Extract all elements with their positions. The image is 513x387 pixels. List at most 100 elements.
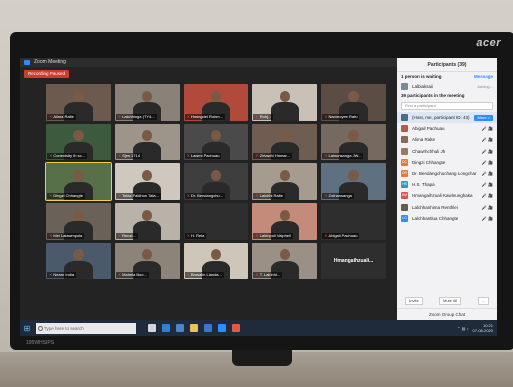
muted-mic-icon: ✕ bbox=[49, 272, 53, 278]
video-tile[interactable]: ✕Tekla Faldhon Tata... bbox=[114, 163, 180, 200]
avatar: DC bbox=[401, 158, 408, 166]
participant-row[interactable]: DR Dr. Bendangchuchang Longchar 🎤 🎥 bbox=[397, 168, 497, 179]
folder-icon[interactable] bbox=[190, 324, 198, 332]
participant-row[interactable]: HM Hmangaihzuali Kawlnunghaka 🎤 🎥 bbox=[397, 190, 497, 201]
muted-mic-video-icon[interactable]: 🎤 🎥 bbox=[482, 216, 493, 221]
more-options-button[interactable]: ... bbox=[477, 297, 489, 305]
tile-name-text: Mel Lalawmpuia bbox=[53, 232, 83, 238]
participant-silhouette bbox=[142, 249, 153, 261]
video-tile[interactable]: ✕Hmingdel Rohm... bbox=[183, 84, 249, 121]
taskbar-search-input[interactable]: Type here to search bbox=[36, 322, 136, 334]
tile-name-label: ✕Conextsity Ib sc... bbox=[47, 153, 87, 160]
tile-name-label: ✕Dr. Bendangchu... bbox=[184, 193, 225, 199]
store-icon[interactable] bbox=[176, 324, 184, 332]
tile-name-label: ✕Zothansanga bbox=[322, 193, 354, 199]
video-tile[interactable]: ✕Lalchhi Ralte bbox=[252, 163, 318, 200]
video-tile[interactable]: ✕T. Lalrinhi... bbox=[252, 242, 318, 280]
muted-mic-icon: ✕ bbox=[255, 232, 259, 238]
waiting-participant-row[interactable]: Lalbiaksaii Joining... bbox=[397, 81, 497, 91]
participant-silhouette bbox=[270, 102, 300, 121]
video-tile[interactable]: ✕Sjes 1714 bbox=[114, 123, 180, 161]
muted-mic-video-icon[interactable]: 🎤 🎥 bbox=[482, 126, 493, 131]
muted-mic-video-icon[interactable]: 🎤 🎥 bbox=[482, 149, 493, 154]
muted-mic-video-icon[interactable]: 🎤 🎥 bbox=[482, 193, 493, 198]
in-meeting-label: 39 participants in the meeting bbox=[401, 93, 465, 98]
participant-silhouette bbox=[279, 209, 290, 221]
windows-start-icon[interactable]: ⊞ bbox=[20, 320, 34, 336]
chrome-icon[interactable] bbox=[232, 324, 240, 332]
video-tile[interactable]: ✕Lalnunsanga JW... bbox=[321, 123, 386, 161]
tile-name-text: Renzl... bbox=[122, 232, 136, 238]
participant-row[interactable]: HS H.S. Thapa 🎤 🎥 bbox=[397, 179, 497, 190]
participant-row[interactable]: DC Dingzi Chhangte 🎤 🎥 bbox=[397, 157, 497, 168]
participant-silhouette bbox=[348, 90, 359, 102]
tile-name-text: Dr. Bendangchu... bbox=[190, 193, 223, 198]
participant-silhouette bbox=[210, 169, 222, 181]
participant-row[interactable]: Lalchhanhima Renthlei 🎤 🎥 bbox=[397, 202, 497, 213]
muted-mic-video-icon[interactable]: 🎤 🎥 bbox=[482, 160, 493, 165]
video-tile[interactable]: ✕H. Rela bbox=[183, 203, 249, 240]
tile-name-label: ✕Mahela Boo... bbox=[115, 272, 149, 279]
muted-mic-icon: ✕ bbox=[255, 272, 259, 278]
tile-name-text: Dingzi Chhangte bbox=[53, 193, 83, 198]
taskbar-clock[interactable]: 10:21 07-08-2020 bbox=[473, 323, 493, 333]
video-tile[interactable]: ✕Zothansanga bbox=[321, 163, 386, 200]
task-view-icon[interactable] bbox=[148, 324, 156, 332]
video-tile[interactable]: ✕Dingzi Chhangte bbox=[45, 162, 112, 201]
participant-silhouette bbox=[348, 169, 359, 181]
participant-silhouette bbox=[142, 209, 153, 221]
find-participant-input[interactable]: Find a participant bbox=[401, 102, 493, 110]
avatar bbox=[401, 203, 408, 211]
participant-row[interactable]: LC Lalchhantlua Chhangte 🎤 🎥 bbox=[397, 213, 497, 224]
participant-row[interactable]: Chawrhchhuli Jh 🎤 🎥 bbox=[397, 146, 497, 157]
participant-silhouette bbox=[279, 169, 290, 181]
participant-name: H.S. Thapa bbox=[412, 182, 435, 188]
muted-mic-icon: ✕ bbox=[49, 193, 53, 198]
mail-icon[interactable] bbox=[204, 324, 212, 332]
edge-icon[interactable] bbox=[162, 324, 170, 332]
participant-row[interactable]: Abigail Pachuau 🎤 🎥 bbox=[397, 123, 497, 134]
waiting-room-header: 1 person is waiting Message bbox=[397, 72, 497, 81]
tile-name-label: ✕Rohj... bbox=[253, 113, 274, 120]
video-gallery: ✕Alima Ralte ✕Lalchhinga (TY4... ✕Hmingdel… bbox=[45, 84, 386, 319]
tile-name-label: ✕Dingzi Chhangte bbox=[47, 193, 85, 199]
video-tile[interactable]: ✕Dr. Bendangchu... bbox=[183, 163, 249, 200]
video-tile[interactable]: ✕Abigail Pachuau bbox=[321, 203, 386, 240]
participants-panel: Participants (39) 1 person is waiting Me… bbox=[397, 58, 497, 320]
participant-more-button[interactable]: More > bbox=[474, 114, 493, 121]
video-tile[interactable]: ✕Renzl... bbox=[114, 203, 180, 240]
video-tile[interactable]: ✕Mahela Boo... bbox=[114, 242, 180, 280]
muted-mic-icon: ✕ bbox=[255, 153, 259, 159]
tile-name-label: ✕Lalchhinga (TY4... bbox=[115, 113, 157, 120]
video-tile[interactable]: ✕Lalchhinga (TY4... bbox=[114, 84, 180, 121]
participant-row[interactable]: Alima Ralte 🎤 🎥 bbox=[397, 134, 497, 145]
recording-status-badge[interactable]: Recording Paused bbox=[24, 70, 70, 78]
video-tile[interactable]: ✕Conextsity Ib sc... bbox=[46, 123, 111, 161]
video-tile[interactable]: ✕Lawmi Pachuau bbox=[183, 123, 249, 161]
video-tile[interactable]: ✕Alima Ralte bbox=[46, 84, 111, 121]
mute-all-button[interactable]: Mute All bbox=[438, 297, 462, 305]
video-tile[interactable]: ✕Rohj... bbox=[252, 84, 318, 121]
participant-row[interactable]: (Host, me, participant ID: 43) More > bbox=[397, 112, 497, 124]
video-tile[interactable]: ✕Nanmoyee Rafu bbox=[321, 84, 386, 121]
muted-mic-video-icon[interactable]: 🎤 🎥 bbox=[482, 137, 493, 142]
muted-mic-video-icon[interactable]: 🎤 🎥 bbox=[482, 171, 493, 176]
tile-name-label: ✕T. Lalrinhi... bbox=[253, 272, 283, 279]
video-tile[interactable]: ✕Lalrinpuii Vaipheil bbox=[252, 203, 318, 240]
video-tile[interactable]: ✕Nearn India bbox=[46, 242, 111, 280]
network-icon[interactable]: ⌃ ▤ ♪ bbox=[457, 326, 468, 331]
tile-name-text: Nanmoyee Rafu bbox=[328, 113, 358, 119]
message-waiting-button[interactable]: Message bbox=[474, 74, 493, 79]
invite-button[interactable]: Invite bbox=[405, 297, 423, 305]
zoom-icon[interactable] bbox=[218, 324, 226, 332]
muted-mic-video-icon[interactable]: 🎤 🎥 bbox=[482, 182, 493, 187]
muted-mic-video-icon[interactable]: 🎤 🎥 bbox=[482, 205, 493, 210]
video-tile[interactable]: Hmangaihzuali... bbox=[321, 242, 386, 280]
video-tile[interactable]: ✕Zirtawhi Hnmar... bbox=[252, 123, 318, 161]
muted-mic-icon: ✕ bbox=[186, 232, 190, 238]
video-tile[interactable]: ✕Mel Lalawmpuia bbox=[46, 203, 111, 240]
video-tile[interactable]: ✕Brosalin Lianda... bbox=[183, 242, 249, 280]
muted-mic-icon: ✕ bbox=[117, 193, 122, 198]
zoom-group-chat-button[interactable]: Zoom Group Chat bbox=[397, 308, 497, 320]
tile-name-text: Abigail Pachuau bbox=[328, 232, 358, 238]
